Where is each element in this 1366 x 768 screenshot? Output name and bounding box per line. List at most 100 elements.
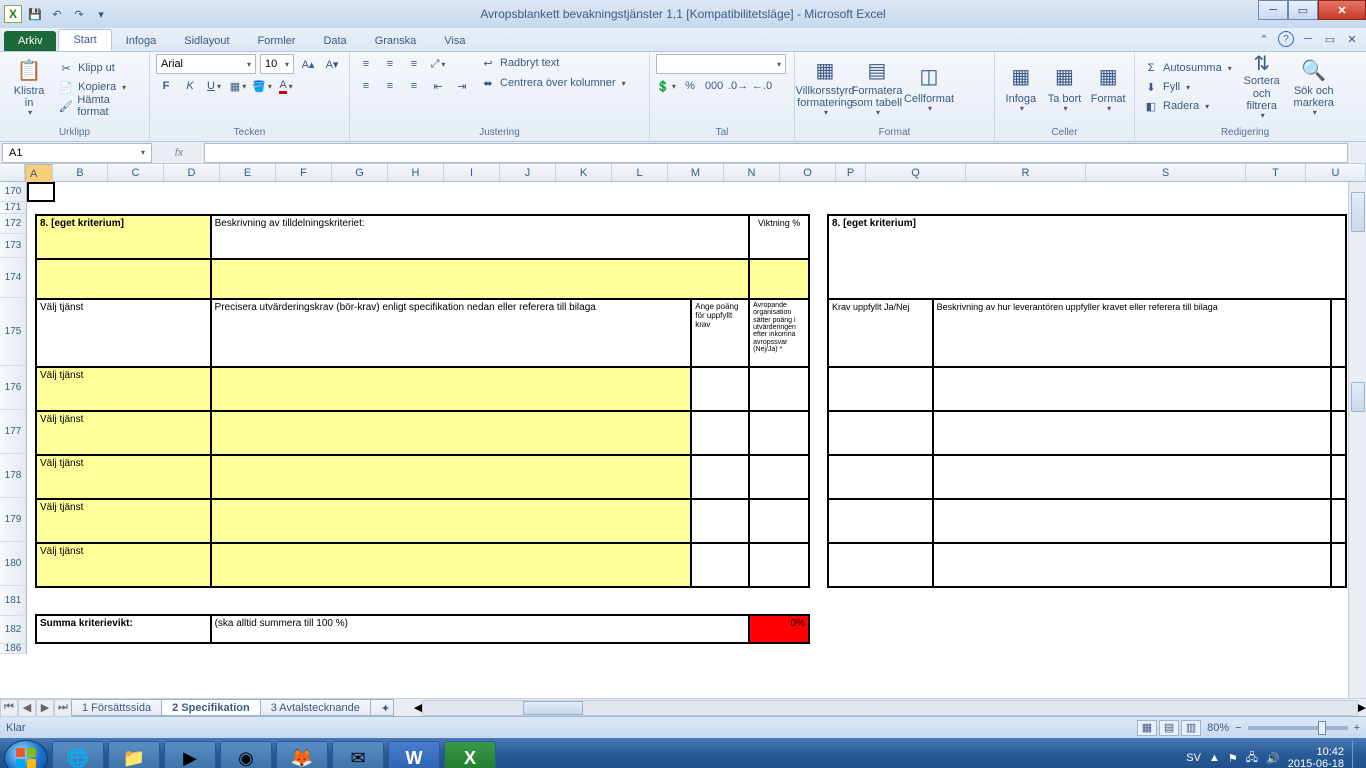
row-header-171[interactable]: 171 — [0, 202, 27, 214]
cell-rx-3[interactable] — [1331, 455, 1346, 499]
zoom-in-button[interactable]: + — [1354, 722, 1360, 734]
sort-filter-button[interactable]: ⇅Sortera och filtrera▾ — [1238, 54, 1286, 120]
cell-prec-2[interactable] — [211, 411, 692, 455]
format-as-table-button[interactable]: ▤Formatera som tabell▾ — [853, 54, 901, 120]
cell-beskr[interactable]: Beskrivning av tilldelningskriteriet: — [211, 215, 750, 259]
col-header-S[interactable]: S — [1086, 164, 1246, 181]
cell-vikt-label[interactable]: Viktning % — [749, 215, 809, 259]
cell-prec-5[interactable] — [211, 543, 692, 587]
align-top-icon[interactable]: ≡ — [356, 54, 376, 74]
cell-valj-3[interactable]: Välj tjänst — [36, 455, 211, 499]
delete-cells-button[interactable]: ▦Ta bort▾ — [1045, 54, 1085, 120]
cell-rb-2[interactable] — [933, 411, 1331, 455]
taskbar-explorer[interactable]: 📁 — [108, 741, 160, 768]
minimize-ribbon-icon[interactable]: ⌃ — [1256, 31, 1272, 47]
insert-cells-button[interactable]: ▦Infoga▾ — [1001, 54, 1041, 120]
cell-rx-5[interactable] — [1331, 543, 1346, 587]
cell-valj-1[interactable]: Välj tjänst — [36, 367, 211, 411]
merge-center-button[interactable]: ⬌Centrera över kolumner▾ — [478, 74, 628, 92]
cell-valj-hdr[interactable]: Välj tjänst — [36, 299, 211, 367]
cell-prec[interactable]: Precisera utvärderingskrav (bör-krav) en… — [211, 299, 692, 367]
tab-granska[interactable]: Granska — [361, 31, 431, 51]
align-right-icon[interactable]: ≡ — [404, 76, 424, 96]
col-header-A[interactable]: A — [25, 164, 53, 184]
col-header-F[interactable]: F — [276, 164, 332, 181]
horizontal-scrollbar[interactable]: ◀ ▶ — [414, 699, 1366, 716]
restore-button[interactable]: ▭ — [1288, 0, 1318, 20]
font-color-button[interactable]: A▾ — [276, 76, 296, 96]
cell-av-5[interactable] — [749, 543, 809, 587]
tab-nav-prev[interactable]: ◀ — [18, 699, 36, 717]
formula-bar[interactable] — [204, 143, 1348, 163]
fx-icon[interactable]: fx — [175, 147, 184, 159]
cell-pt-3[interactable] — [691, 455, 749, 499]
row-header-173[interactable]: 173 — [0, 234, 27, 258]
view-layout-icon[interactable]: ▤ — [1159, 720, 1179, 736]
qat-dropdown-icon[interactable]: ▾ — [92, 5, 110, 23]
start-button[interactable] — [4, 740, 48, 768]
currency-icon[interactable]: 💲▾ — [656, 76, 676, 96]
tab-visa[interactable]: Visa — [430, 31, 479, 51]
cell-prec-3[interactable] — [211, 455, 692, 499]
tab-sidlayout[interactable]: Sidlayout — [170, 31, 243, 51]
tray-sound-icon[interactable]: 🔊 — [1266, 752, 1280, 765]
sheet-tab-2[interactable]: 2 Specifikation — [161, 699, 261, 716]
view-break-icon[interactable]: ▥ — [1181, 720, 1201, 736]
sheet-tab-new[interactable]: ✦ — [370, 699, 394, 716]
tray-up-icon[interactable]: ▲ — [1209, 752, 1220, 764]
cut-button[interactable]: ✂Klipp ut — [56, 59, 143, 77]
tab-nav-last[interactable]: ⏭ — [54, 699, 72, 717]
inc-decimal-icon[interactable]: .0→ — [728, 76, 748, 96]
row-header-170[interactable]: 170 — [0, 182, 27, 202]
cell-rx-2[interactable] — [1331, 411, 1346, 455]
taskbar-media[interactable]: ▶ — [164, 741, 216, 768]
hscroll-left[interactable]: ◀ — [414, 701, 422, 714]
cell-rk-3[interactable] — [828, 455, 933, 499]
cell-valj-5[interactable]: Välj tjänst — [36, 543, 211, 587]
shrink-font-icon[interactable]: A▾ — [322, 54, 342, 74]
window-close-icon[interactable]: ✕ — [1344, 31, 1360, 47]
taskbar-excel[interactable]: X — [444, 741, 496, 768]
col-header-R[interactable]: R — [966, 164, 1086, 181]
format-cells-button[interactable]: ▦Format▾ — [1088, 54, 1128, 120]
tray-clock[interactable]: 10:422015-06-18 — [1288, 746, 1344, 768]
col-header-I[interactable]: I — [444, 164, 500, 181]
cell-rx-4[interactable] — [1331, 499, 1346, 543]
cell-valj-2[interactable]: Välj tjänst — [36, 411, 211, 455]
format-painter-button[interactable]: 🖌Hämta format — [56, 97, 143, 115]
cell-prec-1[interactable] — [211, 367, 692, 411]
col-header-P[interactable]: P — [836, 164, 866, 181]
align-center-icon[interactable]: ≡ — [380, 76, 400, 96]
cell-r-k8[interactable]: 8. [eget kriterium] — [828, 215, 1346, 299]
redo-icon[interactable]: ↷ — [70, 5, 88, 23]
grow-font-icon[interactable]: A▴ — [298, 54, 318, 74]
col-header-O[interactable]: O — [780, 164, 836, 181]
col-header-G[interactable]: G — [332, 164, 388, 181]
conditional-format-button[interactable]: ▦Villkorsstyrd formatering▾ — [801, 54, 849, 120]
dec-decimal-icon[interactable]: ←.0 — [752, 76, 772, 96]
row-header-186[interactable]: 186 — [0, 644, 27, 654]
paste-button[interactable]: 📋Klistra in▾ — [6, 54, 52, 120]
grid[interactable]: 8. [eget kriterium] Beskrivning av tilld… — [27, 182, 1348, 698]
col-header-D[interactable]: D — [164, 164, 220, 181]
number-format-select[interactable]: ▾ — [656, 54, 786, 74]
row-header-180[interactable]: 180 — [0, 542, 27, 586]
comma-icon[interactable]: 000 — [704, 76, 724, 96]
cell-styles-button[interactable]: ◫Cellformat▾ — [905, 54, 953, 120]
col-header-E[interactable]: E — [220, 164, 276, 181]
taskbar-chrome[interactable]: ◉ — [220, 741, 272, 768]
taskbar-ie[interactable]: 🌐 — [52, 741, 104, 768]
underline-button[interactable]: U▾ — [204, 76, 224, 96]
cell-pt-2[interactable] — [691, 411, 749, 455]
col-header-C[interactable]: C — [108, 164, 164, 181]
zoom-knob[interactable] — [1318, 721, 1326, 735]
percent-icon[interactable]: % — [680, 76, 700, 96]
cell-rx-1[interactable] — [1331, 367, 1346, 411]
cell-rb-4[interactable] — [933, 499, 1331, 543]
col-header-Q[interactable]: Q — [866, 164, 966, 181]
cell-pt-1[interactable] — [691, 367, 749, 411]
cell-rb-5[interactable] — [933, 543, 1331, 587]
close-button[interactable]: ✕ — [1318, 0, 1366, 20]
cell-rb-1[interactable] — [933, 367, 1331, 411]
col-header-N[interactable]: N — [724, 164, 780, 181]
